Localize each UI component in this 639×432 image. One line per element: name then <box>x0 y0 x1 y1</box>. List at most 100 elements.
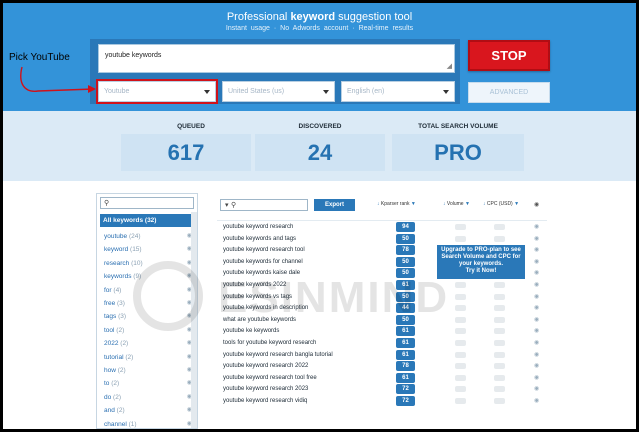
visibility-eye-icon[interactable]: ◉ <box>534 201 539 208</box>
row-keyword: youtube keyword research bangla tutorial <box>223 351 333 358</box>
column-header-rank[interactable]: ↓ Kparser rank ▼ <box>377 201 416 207</box>
sidebar-item-all-keywords[interactable]: All keywords (32) <box>100 214 194 227</box>
row-cpc-hidden <box>494 305 505 312</box>
annotation-label: Pick YouTube <box>9 52 70 63</box>
sidebar-item-word: do <box>104 393 112 401</box>
sidebar-item-how[interactable]: how (2) ◉ <box>100 364 194 377</box>
sidebar-item-word: for <box>104 286 112 294</box>
row-keyword: youtube keyword research <box>223 224 294 230</box>
country-select[interactable]: United States (us) <box>222 81 335 102</box>
row-keyword: tools for youtube keyword research <box>223 340 317 346</box>
sort-arrow-icon: ↓ <box>377 201 380 207</box>
upgrade-cta[interactable]: Try it Now! <box>466 268 497 274</box>
row-volume-hidden <box>455 374 466 381</box>
sidebar-item-word: tool <box>104 326 115 334</box>
sidebar-item-count: (4) <box>113 286 122 294</box>
sidebar-item-youtube[interactable]: youtube (24) ◉ <box>100 230 194 243</box>
row-cpc-hidden <box>494 351 505 358</box>
row-keyword: youtube keyword research tool free <box>223 374 317 381</box>
column-rank-label: Kparser rank <box>380 201 410 207</box>
row-rank-badge: 61 <box>396 372 415 383</box>
eye-icon[interactable]: ◉ <box>534 258 539 265</box>
eye-icon[interactable]: ◉ <box>534 235 539 242</box>
sidebar-item-count: (2) <box>111 380 120 388</box>
filter-icon[interactable]: ▼ <box>465 201 470 207</box>
column-header-cpc[interactable]: ↓ CPC (USD) ▼ <box>483 201 519 207</box>
eye-icon[interactable]: ◉ <box>534 269 539 276</box>
sort-arrow-icon: ↓ <box>443 201 446 207</box>
sidebar-item-and[interactable]: and (2) ◉ <box>100 404 194 417</box>
filter-icon[interactable]: ▼ <box>514 201 519 207</box>
sort-arrow-icon[interactable]: ▾ <box>225 201 229 209</box>
eye-icon[interactable]: ◉ <box>534 351 539 358</box>
eye-icon[interactable]: ◉ <box>534 327 539 334</box>
eye-icon[interactable]: ◉ <box>534 385 539 392</box>
query-textarea[interactable]: youtube keywords ◢ <box>98 44 455 73</box>
sidebar-item-count: (2) <box>113 393 121 401</box>
sidebar-item-word: keywords <box>104 273 132 281</box>
row-cpc-hidden <box>494 363 505 370</box>
sidebar-item-do[interactable]: do (2) ◉ <box>100 391 194 404</box>
sidebar-item-to[interactable]: to (2) ◉ <box>100 377 194 390</box>
sidebar-item-channel[interactable]: channel (1) ◉ <box>100 418 194 428</box>
language-select[interactable]: English (en) <box>341 81 455 102</box>
sidebar-item-count: (3) <box>117 300 125 307</box>
sidebar-item-word: 2022 <box>104 340 119 348</box>
row-keyword: youtube keyword research tool <box>223 247 305 254</box>
sidebar-item-2022[interactable]: 2022 (2) ◉ <box>100 337 194 350</box>
row-cpc-hidden <box>494 328 505 335</box>
resize-handle-icon[interactable]: ◢ <box>447 63 452 70</box>
sidebar-item-word: how <box>104 367 116 374</box>
sidebar-item-tool[interactable]: tool (2) ◉ <box>100 324 194 337</box>
sidebar-item-research[interactable]: research (10) ◉ <box>100 257 194 270</box>
table-row[interactable]: youtube keyword research vidiq 72 ◉ <box>217 395 547 408</box>
advanced-button[interactable]: ADVANCED <box>468 82 550 103</box>
eye-icon[interactable]: ◉ <box>534 281 539 288</box>
eye-icon[interactable]: ◉ <box>534 374 539 381</box>
sidebar-item-count: (3) <box>118 313 127 321</box>
country-select-value: United States (us) <box>228 88 285 95</box>
sidebar-item-keywords[interactable]: keywords (9) ◉ <box>100 270 194 283</box>
sidebar-search-input[interactable]: ⚲ <box>100 197 194 209</box>
source-select[interactable]: Youtube <box>96 79 218 104</box>
eye-icon[interactable]: ◉ <box>534 362 539 369</box>
row-rank-badge: 72 <box>396 384 415 395</box>
filter-icon[interactable]: ▼ <box>411 201 416 207</box>
row-keyword: youtube keyword research 2022 <box>223 363 309 370</box>
row-rank-badge: 72 <box>396 396 415 406</box>
eye-icon[interactable]: ◉ <box>534 316 539 323</box>
eye-icon[interactable]: ◉ <box>534 339 539 346</box>
sidebar-item-free[interactable]: free (3) ◉ <box>100 297 194 310</box>
sidebar-scrollbar[interactable] <box>191 212 197 428</box>
row-cpc-hidden <box>494 316 505 323</box>
page-title: Professional keyword suggestion tool <box>3 11 636 23</box>
eye-icon[interactable]: ◉ <box>534 304 539 311</box>
screenshot-frame: Professional keyword suggestion tool Ins… <box>0 0 639 432</box>
row-keyword: youtube keywords 2022 <box>223 282 287 288</box>
stop-button[interactable]: STOP <box>468 40 550 71</box>
export-button[interactable]: Export <box>314 199 355 211</box>
chevron-down-icon <box>443 90 449 94</box>
sidebar-item-tags[interactable]: tags (3) ◉ <box>100 310 194 323</box>
sidebar-item-count: (15) <box>130 246 142 254</box>
column-header-volume[interactable]: ↓ Volume ▼ <box>443 201 470 207</box>
sidebar-item-word: research <box>104 259 130 267</box>
sidebar-item-tutorial[interactable]: tutorial (2) ◉ <box>100 351 194 364</box>
eye-icon[interactable]: ◉ <box>534 223 539 230</box>
sidebar-item-for[interactable]: for (4) ◉ <box>100 284 194 297</box>
table-search-input[interactable]: ▾ ⚲ <box>220 199 308 211</box>
upgrade-callout[interactable]: Upgrade to PRO-plan to see Search Volume… <box>437 245 525 279</box>
row-rank-badge: 78 <box>396 245 415 256</box>
table-body: youtube keyword research 94 ◉ youtube keywo… <box>217 220 547 429</box>
eye-icon[interactable]: ◉ <box>534 293 539 300</box>
search-icon: ⚲ <box>104 200 110 207</box>
row-volume-hidden <box>455 305 466 312</box>
sidebar-item-word: keyword <box>104 246 129 254</box>
row-volume-hidden <box>455 235 466 242</box>
sidebar-item-keyword[interactable]: keyword (15) ◉ <box>100 243 194 256</box>
row-volume-hidden <box>455 224 466 230</box>
eye-icon[interactable]: ◉ <box>534 397 539 404</box>
title-suffix: suggestion tool <box>335 11 413 23</box>
row-keyword: youtube keywords kaise dale <box>223 270 301 277</box>
eye-icon[interactable]: ◉ <box>534 246 539 253</box>
